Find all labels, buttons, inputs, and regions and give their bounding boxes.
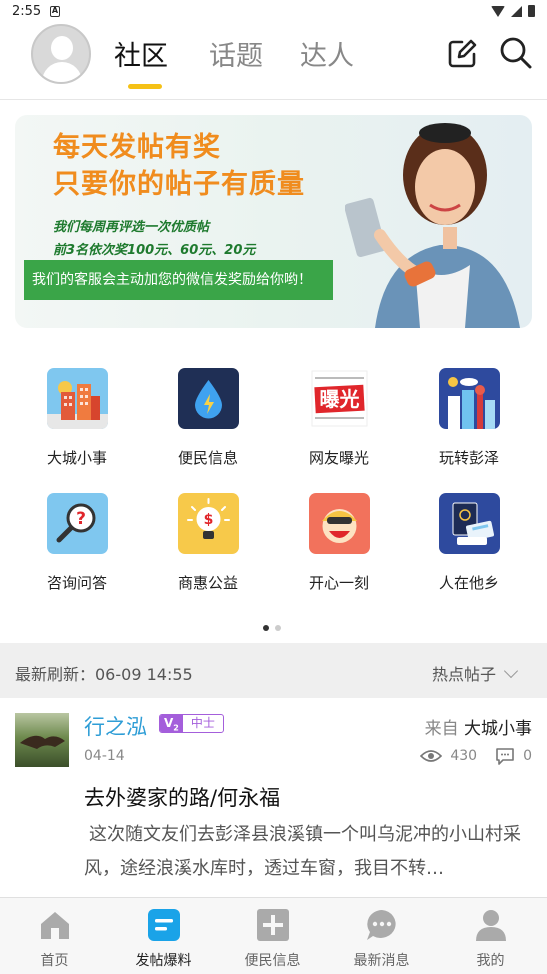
question-magnifier-icon: ? [46,493,108,554]
banner-headline-2: 只要你的帖子有质量 [53,169,305,200]
battery-icon [528,5,535,17]
post-card[interactable]: 行之泓 V2 中士 来自 大城小事 04-14 430 0 去外婆家的路/何永福… [0,698,547,898]
category-label: 咨询问答 [46,574,107,592]
search-icon[interactable] [499,36,533,70]
chevron-down-icon [503,663,519,678]
post-stats: 430 0 [420,747,532,765]
avatar-head [51,36,73,60]
pager-dot-active[interactable] [263,625,269,631]
sort-label: 热点帖子 [431,665,496,684]
vip-rank-badge: V2 中士 [159,714,224,733]
category-consult-qa[interactable]: ? 咨询问答 [22,493,132,593]
post-author-avatar[interactable] [15,713,69,767]
category-label: 人在他乡 [438,574,499,592]
signal-icon [511,5,522,17]
post-title[interactable]: 去外婆家的路/何永福 [84,782,280,812]
wifi-icon [491,5,505,17]
source-prefix: 来自 [424,719,459,739]
post-source[interactable]: 来自 大城小事 [425,714,532,739]
tab-experts[interactable]: 达人 [300,34,354,73]
comment-count: 0 [523,748,532,764]
banner-person-image [345,123,520,328]
category-label: 网友曝光 [308,449,369,467]
category-convenience-info[interactable]: 便民信息 [153,368,263,468]
promo-banner[interactable]: 每天发帖有奖 只要你的帖子有质量 我们每周再评选一次优质帖 前3名依次奖100元… [15,115,532,328]
post-date: 04-14 [84,748,125,764]
sort-dropdown[interactable]: 热点帖子 [431,661,519,685]
banner-subline-1: 我们每周再评选一次优质帖 [53,220,210,235]
banner-subline-2: 前3名依次奖100元、60元、20元 [53,243,256,258]
tab-convenience-info[interactable]: 便民信息 [218,898,327,970]
category-explore-pengze[interactable]: 玩转彭泽 [414,368,524,468]
home-icon [40,912,69,939]
category-label: 玩转彭泽 [438,449,499,467]
avatar[interactable] [31,24,91,84]
bottom-tab-bar: 首页 发帖爆料 便民信息 最新消息 我的 [0,897,547,974]
tab-mine[interactable]: 我的 [436,898,545,970]
exposure-icon: 曝光 [308,368,370,429]
category-away-from-home[interactable]: 人在他乡 [414,493,524,593]
category-happy-moment[interactable]: 开心一刻 [284,493,394,593]
water-drop-icon [177,368,239,429]
view-count: 430 [450,748,478,764]
city-skyline-icon [438,368,500,429]
avatar-body [42,62,82,82]
status-time: 2:55 [12,4,42,19]
svg-text:$: $ [203,512,213,528]
tab-post-report[interactable]: 发帖爆料 [109,898,218,970]
category-city-stories[interactable]: 大城小事 [22,368,132,468]
last-refresh-time: 最新刷新：06-09 14:55 [15,665,193,684]
feed-header: 最新刷新：06-09 14:55 热点帖子 [0,643,547,698]
post-excerpt[interactable]: 这次随文友们去彭泽县浪溪镇一个叫乌泥冲的小山村采风，途经浪溪水库时，透过车窗，我… [84,818,534,886]
tab-topics[interactable]: 话题 [209,34,263,73]
category-label: 大城小事 [46,449,107,467]
category-label: 开心一刻 [308,574,369,592]
active-tab-indicator [128,84,162,89]
vip-level: V2 [160,715,183,732]
post-icon [147,909,180,941]
notification-icon: A [50,6,60,17]
edit-icon[interactable] [446,38,478,70]
passport-icon [438,493,500,554]
category-label: 商惠公益 [177,574,238,592]
post-author-name[interactable]: 行之泓 [84,711,147,741]
pager-dot[interactable] [275,625,281,631]
tab-label: 首页 [40,953,69,969]
user-icon [475,910,506,941]
category-label: 便民信息 [177,449,238,467]
plus-square-icon [256,909,289,941]
tab-label: 发帖爆料 [135,953,192,969]
tab-community[interactable]: 社区 [114,34,168,73]
category-commerce-charity[interactable]: $ 商惠公益 [153,493,263,593]
message-bubble-icon [366,910,396,940]
city-buildings-icon [46,368,108,429]
rank-title: 中士 [190,716,215,730]
smiley-face-icon [308,493,370,554]
system-icons [491,5,535,17]
source-category: 大城小事 [464,719,532,739]
grid-pager [263,625,281,631]
tab-label: 便民信息 [244,953,301,969]
eye-icon [420,750,443,762]
banner-headline-1: 每天发帖有奖 [53,132,221,163]
tab-latest-messages[interactable]: 最新消息 [327,898,436,970]
tab-label: 我的 [476,953,505,969]
comment-icon [496,748,514,765]
top-bar: 社区 话题 达人 [0,24,547,100]
tab-label: 最新消息 [353,953,410,969]
status-bar: 2:55 A [0,0,547,24]
tab-home[interactable]: 首页 [0,898,109,970]
category-netizen-exposure[interactable]: 曝光 网友曝光 [284,368,394,468]
money-bulb-icon: $ [177,493,239,554]
banner-green-strip: 我们的客服会主动加您的微信发奖励给你哟！ [24,260,333,300]
svg-text:?: ? [76,509,86,529]
exposure-icon-text: 曝光 [319,387,359,411]
